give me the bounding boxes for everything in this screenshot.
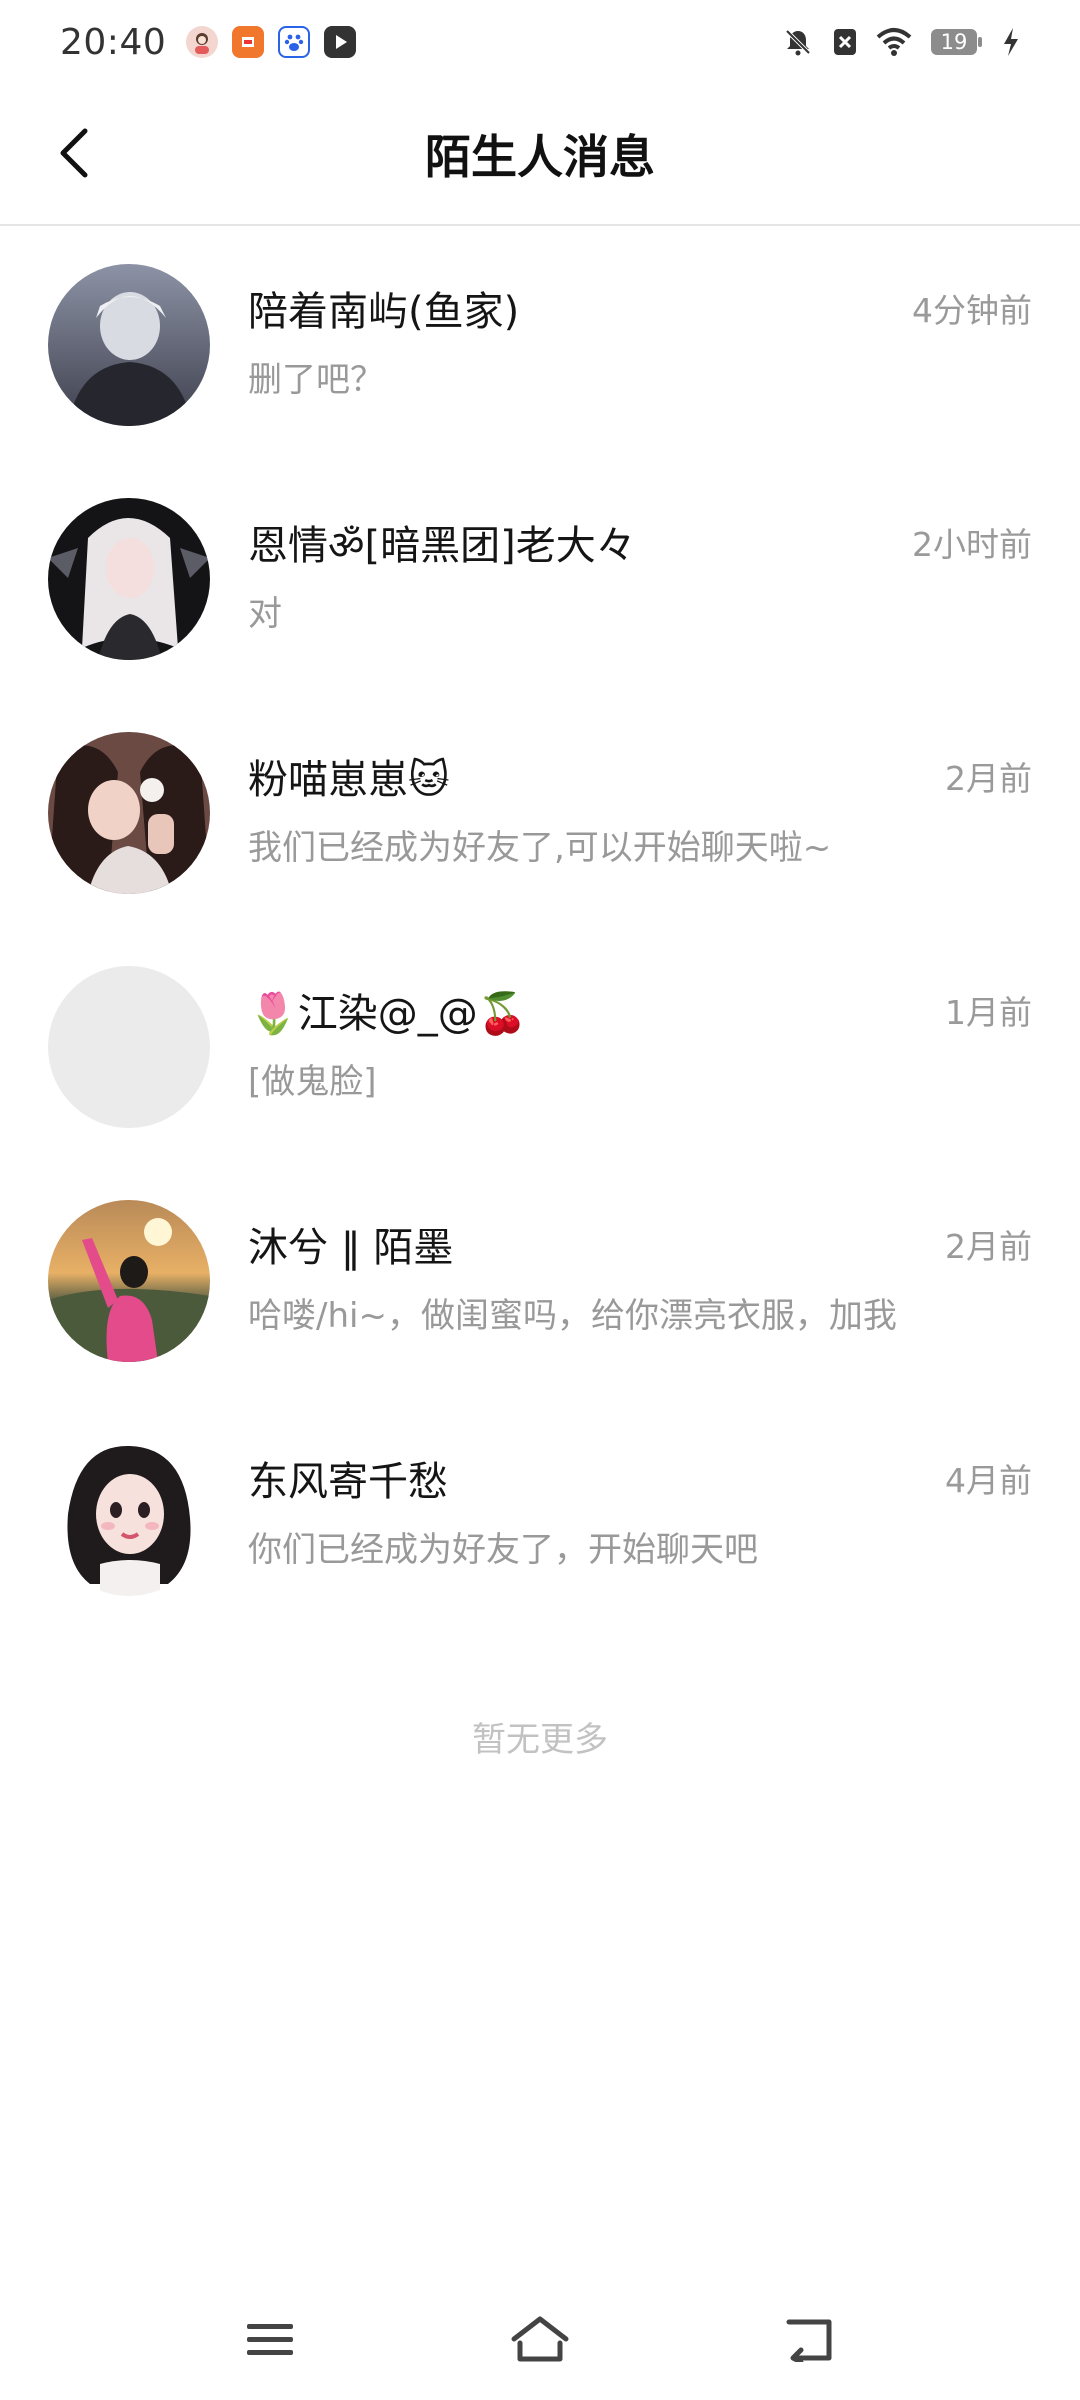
message-time: 1月前 [945,993,1032,1032]
conversation-text: 粉喵崽崽🐱 2月前 我们已经成为好友了,可以开始聊天啦~ [248,746,1032,869]
menu-button[interactable] [230,2300,310,2380]
message-time: 2月前 [945,1227,1032,1266]
status-time: 20:40 [60,21,167,63]
conversation-text: 东风寄千愁 4月前 你们已经成为好友了，开始聊天吧 [248,1448,1032,1571]
home-icon [511,2316,569,2362]
battery-icon: 19 [930,27,984,57]
conversation-text: 陪着南屿(鱼家) 4分钟前 删了吧？ [248,278,1032,401]
message-time: 2小时前 [912,525,1032,564]
message-preview: 哈喽/hi~，做闺蜜吗，给你漂亮衣服，加我 [248,1296,897,1336]
conversation-row[interactable]: 东风寄千愁 4月前 你们已经成为好友了，开始聊天吧 [0,1398,1080,1632]
no-sim-icon [832,27,858,57]
message-preview: 对 [248,594,282,634]
status-app-icons [186,26,357,58]
conversation-list: 陪着南屿(鱼家) 4分钟前 删了吧？ 恩情ॐ[暗黑团]老大々 2小时前 对 粉喵… [0,228,1080,1632]
conversation-row[interactable]: 沐兮 ‖ 陌墨 2月前 哈喽/hi~，做闺蜜吗，给你漂亮衣服，加我 [0,1164,1080,1398]
conversation-row[interactable]: 恩情ॐ[暗黑团]老大々 2小时前 对 [0,462,1080,696]
contact-name: 粉喵崽崽🐱 [248,757,450,803]
video-app-icon [324,26,357,58]
contact-name: 陪着南屿(鱼家) [248,289,520,335]
contact-name: 沐兮 ‖ 陌墨 [248,1225,454,1271]
avatar[interactable] [48,498,210,660]
message-preview: 删了吧？ [248,360,384,400]
message-time: 2月前 [945,759,1032,798]
no-more-label: 暂无更多 [472,1720,608,1760]
baidu-app-icon [278,26,311,58]
conversation-text: 恩情ॐ[暗黑团]老大々 2小时前 对 [248,512,1032,635]
status-indicators: 19 [782,26,1020,58]
conversation-text: 🌷江染@_@🍒 1月前 [做鬼脸] [248,980,1032,1103]
back-icon [786,2319,832,2362]
shopping-app-icon [232,26,265,58]
charging-icon [1002,27,1020,57]
contact-name: 🌷江染@_@🍒 [248,991,528,1037]
battery-level: 19 [940,30,968,54]
avatar-app-icon [186,26,219,58]
navigation-bar [0,2280,1080,2400]
status-bar: 20:40 19 [0,0,1080,84]
avatar[interactable] [48,966,210,1128]
avatar[interactable] [48,732,210,894]
avatar[interactable] [48,1434,210,1596]
mute-bell-icon [782,26,814,58]
conversation-row[interactable]: 粉喵崽崽🐱 2月前 我们已经成为好友了,可以开始聊天啦~ [0,696,1080,930]
wifi-icon [876,27,912,57]
conversation-text: 沐兮 ‖ 陌墨 2月前 哈喽/hi~，做闺蜜吗，给你漂亮衣服，加我 [248,1214,1032,1337]
message-preview: 我们已经成为好友了,可以开始聊天啦~ [248,828,832,868]
back-nav-button[interactable] [770,2300,850,2380]
home-button[interactable] [500,2300,580,2380]
contact-name: 东风寄千愁 [248,1459,448,1505]
menu-icon [247,2324,293,2355]
avatar[interactable] [48,264,210,426]
page-header: 陌生人消息 [0,84,1080,226]
message-time: 4月前 [945,1461,1032,1500]
avatar[interactable] [48,1200,210,1362]
contact-name: 恩情ॐ[暗黑团]老大々 [248,523,636,569]
back-button[interactable] [40,118,110,188]
message-preview: [做鬼脸] [248,1062,377,1102]
page-title: 陌生人消息 [425,130,655,184]
message-time: 4分钟前 [912,291,1032,330]
conversation-row[interactable]: 陪着南屿(鱼家) 4分钟前 删了吧？ [0,228,1080,462]
message-preview: 你们已经成为好友了，开始聊天吧 [248,1530,758,1570]
back-arrow-icon [60,128,88,178]
conversation-row[interactable]: 🌷江染@_@🍒 1月前 [做鬼脸] [0,930,1080,1164]
